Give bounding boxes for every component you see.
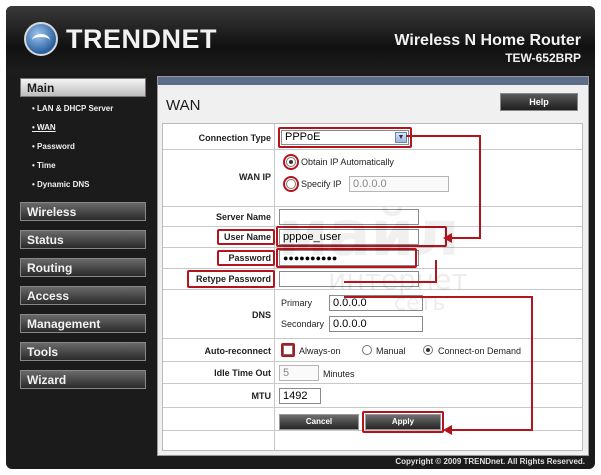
router-admin-window: TRENDNET Wireless N Home Router TEW-652B… [6, 6, 595, 469]
copyright-text: Copyright © 2009 TRENDnet. All Rights Re… [395, 457, 585, 466]
annotation-arrows [344, 135, 533, 435]
footer: Copyright © 2009 TRENDnet. All Rights Re… [6, 456, 595, 469]
